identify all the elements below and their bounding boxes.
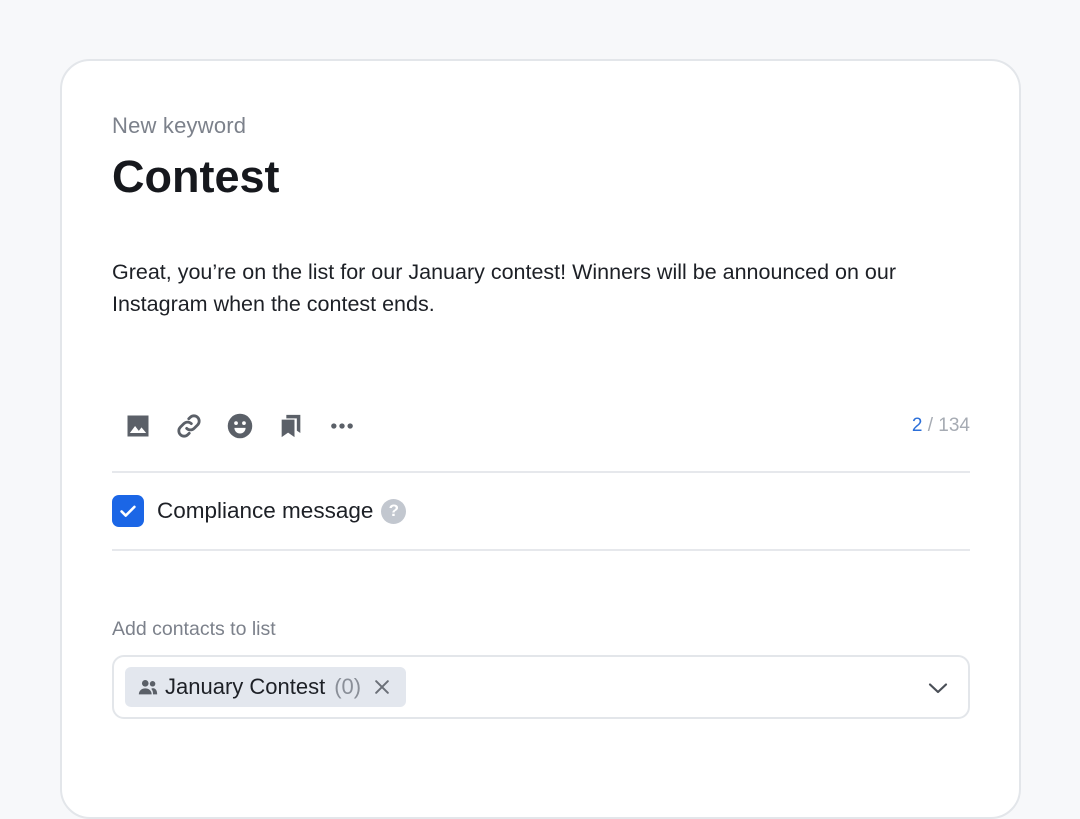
help-icon[interactable]: ?	[381, 498, 407, 524]
link-icon[interactable]	[173, 410, 205, 442]
chevron-down-icon[interactable]	[926, 676, 950, 700]
bookmarks-icon[interactable]	[275, 410, 307, 442]
more-icon[interactable]	[326, 410, 358, 442]
counter-total: 134	[938, 415, 970, 436]
contacts-list-select[interactable]: January Contest (0)	[112, 655, 970, 719]
chip-label: January Contest	[165, 674, 326, 699]
list-chip: January Contest (0)	[125, 667, 407, 707]
counter-current: 2	[911, 415, 923, 436]
message-toolbar: 2 / 134	[112, 406, 970, 446]
image-icon[interactable]	[122, 410, 154, 442]
check-icon	[120, 505, 136, 517]
users-icon	[138, 680, 158, 695]
character-counter: 2 / 134	[912, 415, 970, 437]
message-text[interactable]: Great, you’re on the list for our Januar…	[112, 256, 972, 320]
contacts-list-label: Add contacts to list	[112, 618, 276, 640]
chip-count: (0)	[334, 674, 362, 699]
emoji-icon[interactable]	[224, 410, 256, 442]
page-title: Contest	[112, 151, 280, 202]
keyword-card: New keyword Contest Great, you’re on the…	[60, 59, 1021, 819]
compliance-label[interactable]: Compliance message	[157, 498, 373, 524]
counter-separator: /	[927, 415, 934, 436]
eyebrow-label: New keyword	[112, 113, 247, 138]
compliance-checkbox[interactable]	[112, 495, 144, 527]
compliance-row: Compliance message ?	[112, 495, 407, 527]
close-icon[interactable]	[372, 677, 392, 697]
divider	[112, 471, 970, 473]
divider	[112, 549, 970, 551]
